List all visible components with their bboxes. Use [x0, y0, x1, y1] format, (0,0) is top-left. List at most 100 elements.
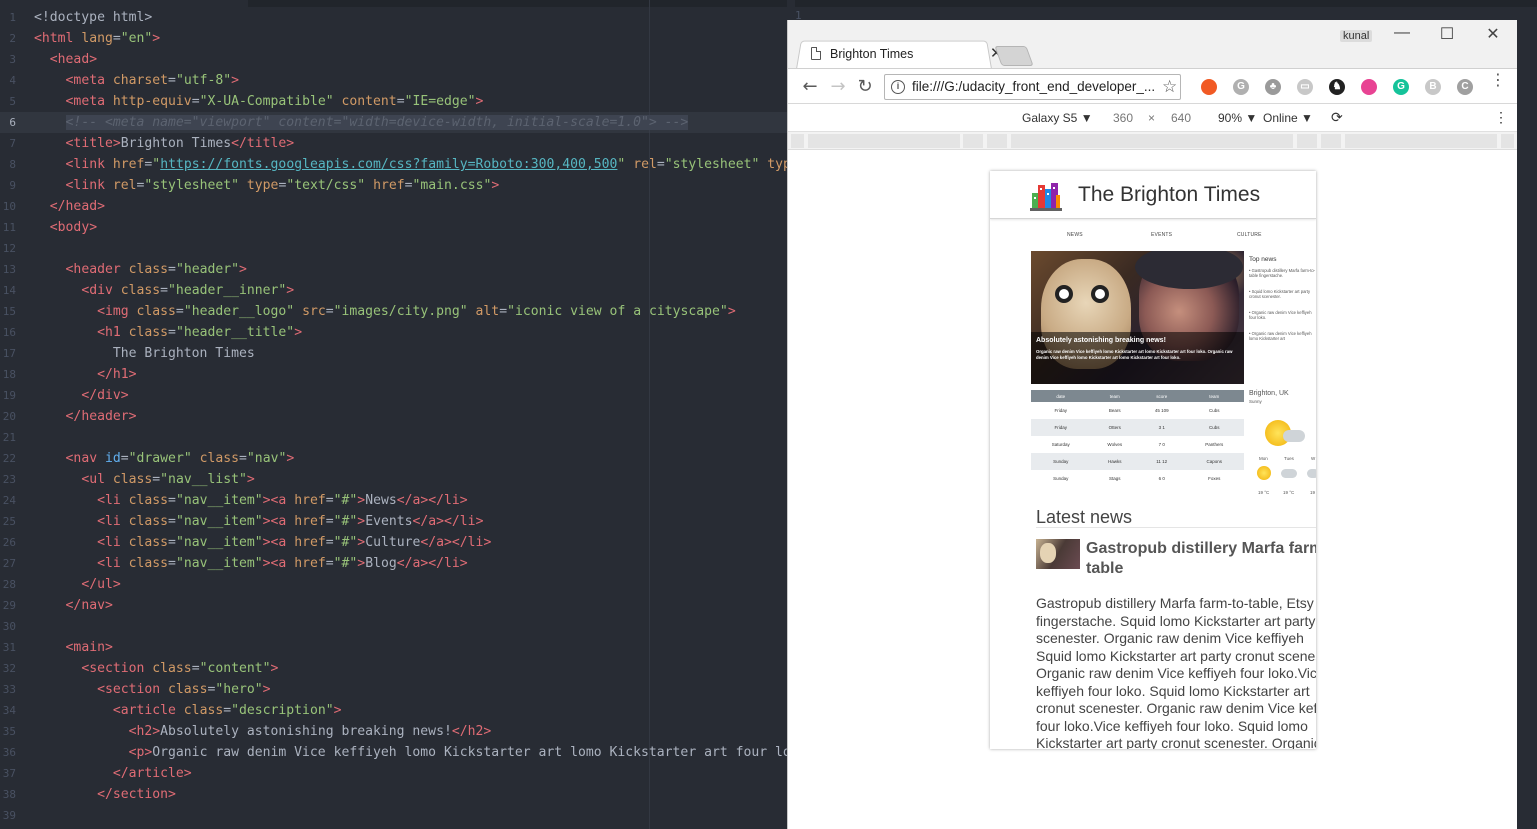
ruler-segment[interactable]	[1011, 134, 1293, 148]
hero-image[interactable]: Absolutely astonishing breaking news! Or…	[1031, 251, 1244, 384]
code-text[interactable]: <main>	[34, 637, 113, 658]
code-text[interactable]: <li class="nav__item"><a href="#">Cultur…	[34, 532, 491, 553]
code-text[interactable]: <html lang="en">	[34, 28, 160, 49]
ruler-segment[interactable]	[1297, 134, 1317, 148]
code-text[interactable]: <section class="hero">	[34, 679, 270, 700]
code-line[interactable]: 28 </ul>	[0, 574, 787, 595]
code-line[interactable]: 23 <ul class="nav__list">	[0, 469, 787, 490]
code-text[interactable]: <section class="content">	[34, 658, 278, 679]
top-news-item[interactable]: • Gastropub distillery Marfa farm-to-tab…	[1249, 268, 1316, 279]
code-line[interactable]: 39	[0, 805, 787, 826]
code-line[interactable]: 16 <h1 class="header__title">	[0, 322, 787, 343]
code-line[interactable]: 22 <nav id="drawer" class="nav">	[0, 448, 787, 469]
grammarly-icon[interactable]: G	[1393, 79, 1409, 95]
code-text[interactable]: <li class="nav__item"><a href="#">Events…	[34, 511, 483, 532]
code-text[interactable]: <img class="header__logo" src="images/ci…	[34, 301, 736, 322]
maximize-button[interactable]: ☐	[1432, 24, 1462, 44]
code-text[interactable]: <body>	[34, 217, 97, 238]
chat-icon[interactable]: ▭	[1297, 79, 1313, 95]
code-text[interactable]: <title>Brighton Times</title>	[34, 133, 295, 154]
code-line[interactable]: 18 </h1>	[0, 364, 787, 385]
code-line[interactable]: 20 </header>	[0, 406, 787, 427]
url-text[interactable]: file:///G:/udacity_front_end_developer_.…	[912, 79, 1162, 94]
close-window-button[interactable]: ✕	[1478, 24, 1508, 44]
code-line[interactable]: 5 <meta http-equiv="X-UA-Compatible" con…	[0, 91, 787, 112]
nav-item-events[interactable]: EVENTS	[1151, 232, 1172, 238]
code-line[interactable]: 11 <body>	[0, 217, 787, 238]
new-tab-button[interactable]	[994, 46, 1034, 66]
code-line[interactable]: 14 <div class="header__inner">	[0, 280, 787, 301]
code-text[interactable]: <div class="header__inner">	[34, 280, 294, 301]
code-line[interactable]: 32 <section class="content">	[0, 658, 787, 679]
code-text[interactable]: </article>	[34, 763, 192, 784]
code-text[interactable]: <meta charset="utf-8">	[34, 70, 239, 91]
code-text[interactable]: <h2>Absolutely astonishing breaking news…	[34, 721, 492, 742]
code-line[interactable]: 9 <link rel="stylesheet" type="text/css"…	[0, 175, 787, 196]
color-wheel-icon[interactable]	[1361, 79, 1377, 95]
code-text[interactable]: <li class="nav__item"><a href="#">Blog</…	[34, 553, 468, 574]
person-icon[interactable]: ♞	[1329, 79, 1345, 95]
media-query-ruler[interactable]	[788, 132, 1517, 150]
minimize-button[interactable]: —	[1387, 24, 1417, 42]
code-line[interactable]: 8 <link href = "https://fonts.googleapis.c…	[0, 154, 787, 175]
ruler-segment[interactable]	[791, 134, 804, 148]
ghostery-icon[interactable]: G	[1233, 79, 1249, 95]
ruler-segment[interactable]	[1321, 134, 1341, 148]
code-text[interactable]: </header>	[34, 406, 137, 427]
bookmark-star-icon[interactable]: ☆	[1162, 77, 1177, 97]
code-text[interactable]: <ul class="nav__list">	[34, 469, 254, 490]
code-text[interactable]: <h1 class="header__title">	[34, 322, 302, 343]
code-text[interactable]: <header class="header">	[34, 259, 247, 280]
rotate-icon[interactable]: ⟳	[1331, 109, 1343, 126]
browser-tab[interactable]: Brighton Times ✕	[808, 45, 1003, 65]
code-text[interactable]: The Brighton Times	[34, 343, 255, 364]
ruler-segment[interactable]	[1345, 134, 1497, 148]
code-text[interactable]: </ul>	[34, 574, 120, 595]
code-text[interactable]: <link href = "https://fonts.googleapis.com…	[34, 154, 787, 175]
viewport-height[interactable]: 640	[1171, 111, 1191, 125]
code-text[interactable]: <nav id="drawer" class="nav">	[34, 448, 295, 469]
code-line[interactable]: 30	[0, 616, 787, 637]
code-line[interactable]: 31 <main>	[0, 637, 787, 658]
browser-menu-icon[interactable]: ⋮	[1490, 72, 1506, 88]
top-news-item[interactable]: • Organic raw denim Vice keffiyeh lomo K…	[1249, 331, 1316, 342]
ruler-segment[interactable]	[808, 134, 960, 148]
ruler-segment[interactable]	[963, 134, 983, 148]
code-line[interactable]: 12	[0, 238, 787, 259]
latest-news-thumbnail[interactable]	[1036, 539, 1080, 569]
latest-news-headline[interactable]: Gastropub distillery Marfa farm-to- tabl…	[1086, 539, 1316, 579]
code-text[interactable]: <!-- <meta name="viewport" content="widt…	[34, 112, 689, 133]
code-line[interactable]: 21	[0, 427, 787, 448]
forward-button[interactable]: →	[826, 75, 850, 99]
code-line[interactable]: 19 </div>	[0, 385, 787, 406]
code-line[interactable]: 10 </head>	[0, 196, 787, 217]
code-line[interactable]: 15 <img class="header__logo" src="images…	[0, 301, 787, 322]
code-line[interactable]: 36 <p>Organic raw denim Vice keffiyeh lo…	[0, 742, 787, 763]
address-bar[interactable]: i file:///G:/udacity_front_end_developer…	[884, 74, 1181, 100]
code-line[interactable]: 34 <article class="description">	[0, 700, 787, 721]
zoom-select[interactable]: 90% ▼	[1218, 111, 1257, 125]
code-text[interactable]: </div>	[34, 385, 128, 406]
code-line[interactable]: 37 </article>	[0, 763, 787, 784]
network-select[interactable]: Online ▼	[1263, 111, 1313, 125]
code-line[interactable]: 2 <html lang="en">	[0, 28, 787, 49]
ruler-segment[interactable]	[1501, 134, 1514, 148]
code-text[interactable]: <link rel="stylesheet" type="text/css" h…	[34, 175, 500, 196]
code-line[interactable]: 26 <li class="nav__item"><a href="#">Cul…	[0, 532, 787, 553]
code-line[interactable]: 6 <!-- <meta name="viewport" content="wi…	[0, 112, 787, 133]
code-text[interactable]: </nav>	[34, 595, 113, 616]
viewport-width[interactable]: 360	[1113, 111, 1133, 125]
code-line[interactable]: 27 <li class="nav__item"><a href="#">Blo…	[0, 553, 787, 574]
reload-button[interactable]: ↻	[853, 75, 877, 99]
code-line[interactable]: 13 <header class="header">	[0, 259, 787, 280]
code-line[interactable]: 24 <li class="nav__item"><a href="#">New…	[0, 490, 787, 511]
ruler-segment[interactable]	[987, 134, 1007, 148]
info-icon[interactable]: i	[891, 80, 905, 94]
code-text[interactable]: </section>	[34, 784, 176, 805]
code-line[interactable]: 33 <section class="hero">	[0, 679, 787, 700]
nav-item-news[interactable]: NEWS	[1067, 232, 1083, 238]
c-ext-icon[interactable]: C	[1457, 79, 1473, 95]
code-text[interactable]: <!doctype html>	[34, 7, 152, 28]
code-text[interactable]: <article class="description">	[34, 700, 342, 721]
back-button[interactable]: ←	[798, 75, 822, 99]
